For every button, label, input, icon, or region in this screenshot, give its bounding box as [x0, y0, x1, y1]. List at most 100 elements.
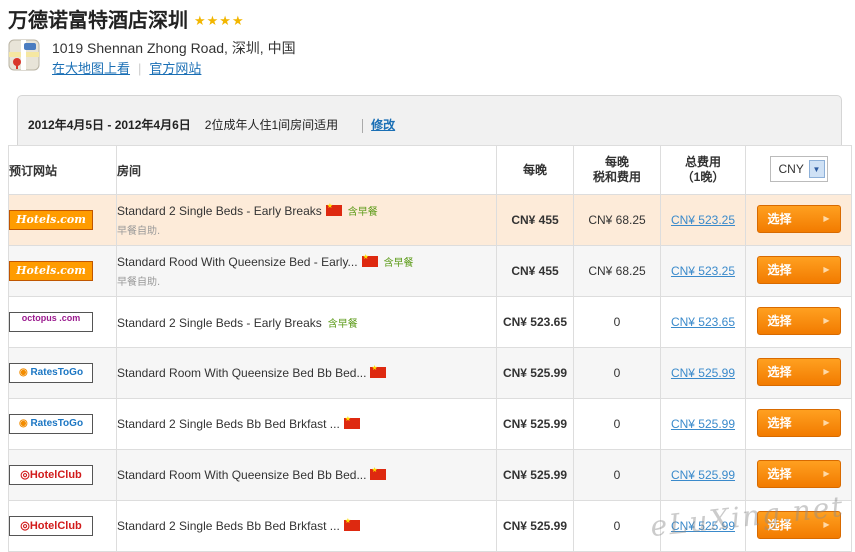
select-button-label: 选择	[767, 517, 792, 532]
table-row: ◉ RatesToGo Standard Room With Queensize …	[8, 347, 852, 399]
results-body: Hotels.com Standard 2 Single Beds - Early…	[8, 194, 852, 552]
hotelclub-logo: ◎HotelClub	[9, 465, 93, 485]
total-cost-cell: CN¥ 523.25	[660, 245, 746, 297]
room-name: Standard 2 Single Beds Bb Bed Brkfast ..…	[117, 417, 340, 431]
china-flag-icon	[343, 517, 360, 531]
currency-value: CNY	[778, 161, 804, 176]
view-map-link[interactable]: 在大地图上看	[52, 61, 130, 76]
booking-site-cell[interactable]: ◎HotelClub	[8, 500, 117, 552]
header-total-line1: 总费用	[684, 155, 721, 169]
select-cell: 选择 ▶	[745, 296, 852, 348]
search-summary-box: 2012年4月5日 - 2012年4月6日 2位成年人住1间房间适用 修改	[17, 95, 842, 152]
price-per-night: CN¥ 525.99	[496, 398, 574, 450]
select-button[interactable]: 选择 ▶	[756, 510, 841, 539]
header-tax-line1: 每晚	[604, 155, 629, 169]
select-button-label: 选择	[767, 466, 792, 481]
tax-and-fees: CN¥ 68.25	[573, 245, 661, 297]
total-cost-link[interactable]: CN¥ 523.65	[671, 315, 735, 329]
booking-site-cell[interactable]: ◉ RatesToGo	[8, 347, 117, 399]
currency-select[interactable]: CNY ▼	[769, 155, 828, 182]
header-total: 总费用 （1晚）	[660, 145, 746, 195]
total-cost-link[interactable]: CN¥ 525.99	[671, 417, 735, 431]
site-name: HotelClub	[29, 520, 82, 532]
total-cost-cell: CN¥ 525.99	[660, 500, 746, 552]
chevron-right-icon: ▶	[823, 519, 830, 529]
total-cost-link[interactable]: CN¥ 523.25	[671, 213, 735, 227]
total-cost-cell: CN¥ 525.99	[660, 347, 746, 399]
select-button[interactable]: 选择 ▶	[756, 459, 841, 488]
chevron-right-icon: ▶	[823, 366, 830, 376]
results-table: 预订网站 房间 每晚 每晚 税和费用 总费用 （1晚） CNY ▼ Hotels.co…	[8, 145, 852, 552]
map-icon[interactable]	[8, 38, 40, 72]
room-name: Standard 2 Single Beds - Early Breaks	[117, 204, 322, 218]
china-flag-icon	[370, 466, 387, 480]
price-per-night: CN¥ 525.99	[496, 347, 574, 399]
tax-and-fees: 0	[573, 347, 661, 399]
room-name: Standard Room With Queensize Bed Bb Bed.…	[117, 468, 367, 482]
official-site-link[interactable]: 官方网站	[149, 61, 201, 76]
select-button[interactable]: 选择 ▶	[756, 408, 841, 437]
chevron-right-icon: ▶	[823, 264, 830, 274]
select-button-label: 选择	[767, 211, 792, 226]
chevron-right-icon: ▶	[823, 417, 830, 427]
total-cost-cell: CN¥ 523.25	[660, 194, 746, 246]
room-cell: Standard 2 Single Beds Bb Bed Brkfast ..…	[116, 398, 497, 450]
price-per-night: CN¥ 455	[496, 245, 574, 297]
address-links: 在大地图上看 | 官方网站	[52, 58, 201, 77]
tax-and-fees: 0	[573, 398, 661, 450]
ratestogo-logo: ◉ RatesToGo	[9, 363, 93, 383]
breakfast-tag: 含早餐	[347, 207, 378, 218]
chevron-right-icon: ▶	[823, 468, 830, 478]
booking-site-cell[interactable]: ◉ RatesToGo	[8, 398, 117, 450]
room-name-line: Standard 2 Single Beds Bb Bed Brkfast ..…	[117, 415, 496, 431]
select-cell: 选择 ▶	[745, 500, 852, 552]
star-rating: ★★★★	[194, 13, 245, 28]
select-cell: 选择 ▶	[745, 194, 852, 246]
total-cost-link[interactable]: CN¥ 525.99	[671, 366, 735, 380]
total-cost-link[interactable]: CN¥ 523.25	[671, 264, 735, 278]
hotel-header: 万德诺富特酒店深圳 ★★★★	[8, 4, 245, 33]
booking-site-cell[interactable]: ◎HotelClub	[8, 449, 117, 501]
table-row: octopus .com Standard 2 Single Beds - Ear…	[8, 296, 852, 348]
china-flag-icon	[370, 364, 387, 378]
edit-search-link[interactable]: 修改	[371, 118, 395, 132]
table-row: Hotels.com Standard Rood With Queensize B…	[8, 245, 852, 297]
select-button[interactable]: 选择 ▶	[756, 255, 841, 284]
guest-info: 2位成年人住1间房间适用	[204, 118, 339, 132]
chevron-down-icon[interactable]: ▼	[808, 159, 825, 178]
total-cost-link[interactable]: CN¥ 525.99	[671, 468, 735, 482]
ratestogo-logo-icon: ◉	[18, 418, 28, 429]
site-name: HotelClub	[29, 469, 82, 481]
room-name-line: Standard Room With Queensize Bed Bb Bed.…	[117, 466, 496, 482]
link-divider: |	[138, 61, 142, 76]
china-flag-icon	[361, 253, 378, 267]
booking-site-cell[interactable]: Hotels.com	[8, 194, 117, 246]
select-button[interactable]: 选择 ▶	[756, 204, 841, 233]
total-cost-cell: CN¥ 523.65	[660, 296, 746, 348]
booking-site-cell[interactable]: Hotels.com	[8, 245, 117, 297]
room-cell: Standard Room With Queensize Bed Bb Bed.…	[116, 347, 497, 399]
price-per-night: CN¥ 523.65	[496, 296, 574, 348]
header-currency: CNY ▼	[745, 145, 852, 195]
china-flag-icon	[325, 202, 342, 216]
hotel-title: 万德诺富特酒店深圳	[8, 8, 188, 32]
select-button[interactable]: 选择 ▶	[756, 357, 841, 386]
header-tax: 每晚 税和费用	[573, 145, 661, 195]
total-cost-link[interactable]: CN¥ 525.99	[671, 519, 735, 533]
room-name-line: Standard 2 Single Beds Bb Bed Brkfast ..…	[117, 517, 496, 533]
stay-dates: 2012年4月5日 - 2012年4月6日	[28, 118, 191, 132]
divider	[362, 118, 364, 133]
booking-site-cell[interactable]: octopus .com	[8, 296, 117, 348]
header-total-line2: （1晚）	[681, 170, 725, 184]
tax-and-fees: 0	[573, 449, 661, 501]
tax-and-fees: CN¥ 68.25	[573, 194, 661, 246]
room-name-line: Standard Rood With Queensize Bed - Early…	[117, 253, 496, 269]
select-button[interactable]: 选择 ▶	[756, 306, 841, 335]
total-cost-cell: CN¥ 525.99	[660, 398, 746, 450]
select-button-label: 选择	[767, 262, 792, 277]
hotel-address: 1019 Shennan Zhong Road, 深圳, 中国	[52, 40, 296, 56]
select-cell: 选择 ▶	[745, 245, 852, 297]
price-per-night: CN¥ 455	[496, 194, 574, 246]
hotelclub-logo-icon: ◎	[20, 520, 30, 532]
table-row: Hotels.com Standard 2 Single Beds - Early…	[8, 194, 852, 246]
